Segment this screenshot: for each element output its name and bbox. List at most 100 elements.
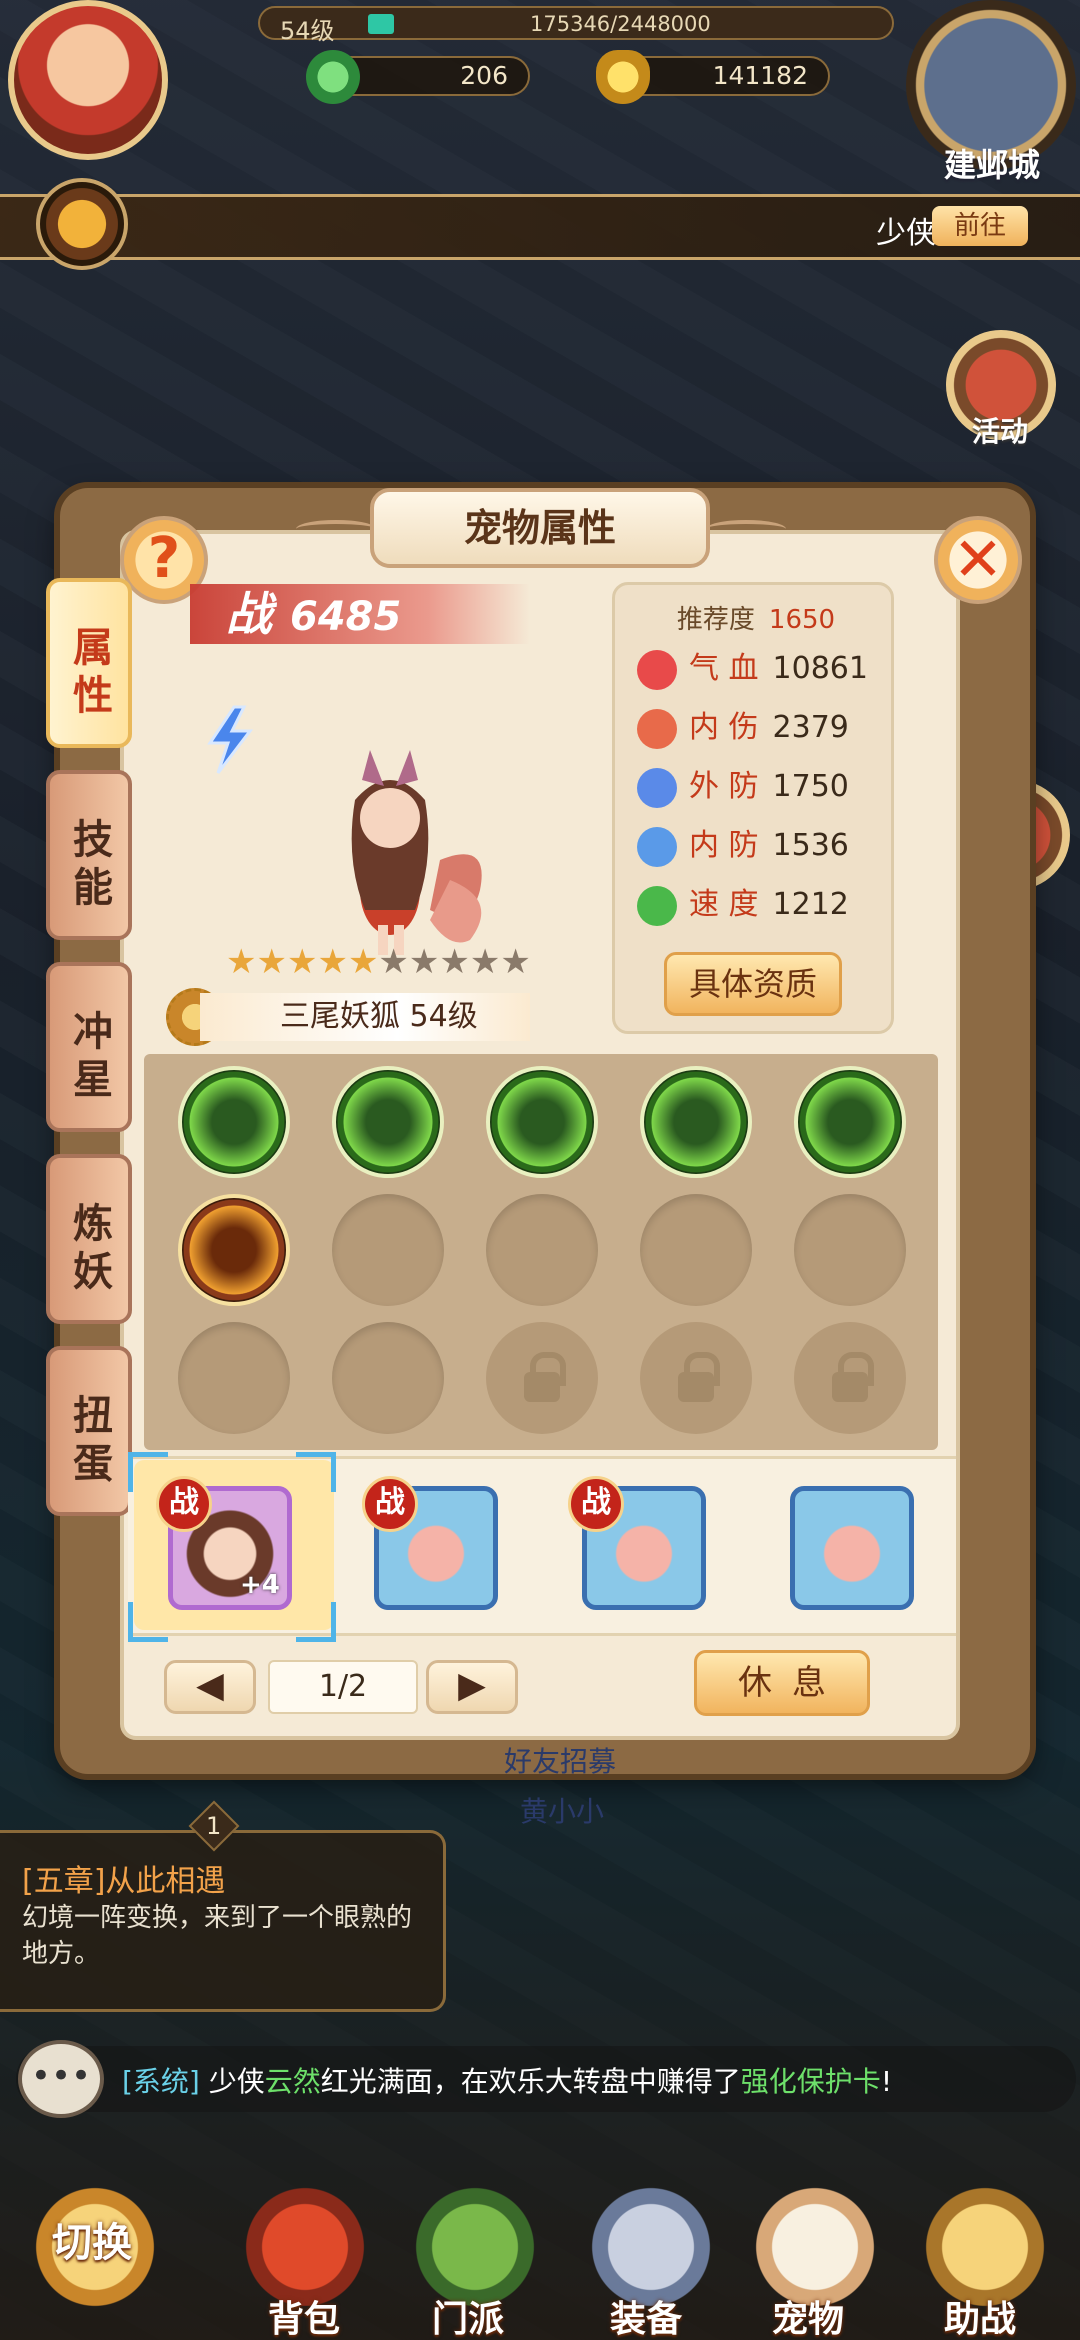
slash-skill-icon[interactable] [640, 1066, 752, 1178]
tab-gacha[interactable]: 扭蛋 [46, 1346, 132, 1516]
city-label: 建邺城 [944, 146, 1041, 184]
empty-skill-slot[interactable] [640, 1194, 752, 1306]
friend-recruit-label: 好友招募 [504, 1745, 617, 1778]
battle-badge: 战 [568, 1476, 624, 1532]
lightning-icon [200, 705, 260, 775]
exp-bar: 54级 175346/2448000 [258, 6, 894, 45]
stat-value: 10861 [772, 651, 868, 686]
sword-icon [637, 708, 677, 749]
tab-refine[interactable]: 炼妖 [46, 1154, 132, 1324]
exp-fill [368, 14, 394, 34]
chat-text-part: 红光满面，在欢乐大转盘中赚得了 [320, 2065, 741, 2098]
tab-star-up[interactable]: 冲星 [46, 962, 132, 1132]
phoenix-skill-icon[interactable] [178, 1194, 290, 1306]
pet-name-level: 三尾妖狐 54级 [200, 993, 530, 1041]
detail-aptitude-button[interactable]: 具体资质 [664, 952, 842, 1016]
nav-pet-label: 宠物 [772, 2299, 845, 2340]
gold-amount: 141182 [712, 61, 808, 90]
wind-skill-icon[interactable] [794, 1066, 906, 1178]
nav-equipment-label: 装备 [610, 2299, 683, 2340]
npc-name-label: 黄小小 [520, 1795, 605, 1828]
star-icon-empty: ★ [408, 942, 440, 982]
close-button[interactable]: ✕ [934, 516, 1022, 604]
stat-value: 1536 [772, 828, 849, 863]
stat-label: 内 伤 [689, 710, 759, 745]
empty-skill-slot[interactable] [178, 1322, 290, 1434]
tab-attributes[interactable]: 属性 [46, 578, 132, 748]
shield-skill-icon[interactable] [178, 1066, 290, 1178]
jade-icon [306, 50, 360, 104]
selection-corner [128, 1602, 168, 1642]
nav-bag-label: 背包 [268, 2299, 341, 2340]
chat-bubble-icon[interactable]: ••• [18, 2040, 104, 2118]
dash-skill-icon[interactable] [332, 1066, 444, 1178]
pet-slot-4[interactable] [790, 1486, 914, 1610]
recommend-label: 推荐度 [676, 605, 755, 635]
empty-skill-slot[interactable] [486, 1194, 598, 1306]
locked-skill-slot[interactable] [794, 1322, 906, 1434]
page-indicator: 1/2 [268, 1660, 418, 1714]
jade-currency[interactable]: 206 [306, 50, 530, 104]
tab-skills[interactable]: 技能 [46, 770, 132, 940]
stat-label: 气 血 [689, 651, 759, 686]
chat-text-part: ! [880, 2065, 893, 2098]
stat-label: 外 防 [689, 769, 759, 804]
title-deco-right [706, 520, 786, 538]
locked-skill-slot[interactable] [486, 1322, 598, 1434]
star-icon: ★ [286, 942, 318, 982]
rest-button[interactable]: 休息 [694, 1650, 870, 1716]
chat-channel: [系统] [122, 2065, 200, 2098]
exp-value: 175346/2448000 [530, 12, 711, 36]
recommend-row: 推荐度 1650 [615, 599, 897, 636]
horn-icon[interactable] [36, 178, 128, 270]
selection-corner [296, 1452, 336, 1492]
notice-player-name: 少侠 [876, 216, 936, 251]
pet-star-plus: +4 [240, 1570, 280, 1600]
star-icon: ★ [226, 942, 257, 982]
star-icon-empty: ★ [439, 942, 470, 982]
stat-row-hp: 气 血 10861 [637, 647, 868, 691]
chat-message: [系统] 少侠云然红光满面，在欢乐大转盘中赚得了强化保护卡! [122, 2060, 892, 2100]
heart-icon [637, 649, 677, 690]
panel-title: 宠物属性 [370, 488, 710, 568]
stat-value: 2379 [772, 710, 849, 745]
locked-skill-slot[interactable] [640, 1322, 752, 1434]
stat-label: 速 度 [689, 887, 759, 922]
shield-icon [637, 767, 677, 808]
quest-description: 幻境一阵变换，来到了一个眼熟的地方。 [22, 1903, 413, 1969]
stat-row-internal-damage: 内 伤 2379 [637, 706, 849, 750]
stat-value: 1212 [772, 887, 849, 922]
stat-value: 1750 [772, 769, 849, 804]
star-icon-empty: ★ [378, 942, 409, 982]
prev-page-button[interactable]: ◀ [164, 1660, 256, 1714]
power-strip: 战 6485 [190, 584, 530, 644]
quest-number: 1 [206, 1812, 222, 1840]
next-page-button[interactable]: ▶ [426, 1660, 518, 1714]
gold-currency[interactable]: 141182 [596, 50, 830, 104]
star-icon: ★ [317, 942, 348, 982]
vortex-skill-icon[interactable] [486, 1066, 598, 1178]
battle-badge: 战 [156, 1476, 212, 1532]
nav-sect-label: 门派 [432, 2299, 505, 2340]
jade-amount: 206 [460, 61, 508, 90]
boot-icon [637, 885, 677, 926]
recommend-value: 1650 [768, 605, 836, 635]
quest-title: [五章]从此相遇 [22, 1864, 226, 1899]
power-label: 战 [226, 587, 272, 641]
empty-skill-slot[interactable] [332, 1322, 444, 1434]
goto-button[interactable]: 前往 [932, 206, 1028, 246]
nav-switch-label: 切换 [52, 2220, 132, 2266]
empty-skill-slot[interactable] [794, 1194, 906, 1306]
chat-player-name: 云然 [264, 2065, 321, 2098]
stat-label: 内 防 [689, 828, 759, 863]
selection-corner [296, 1602, 336, 1642]
chat-text-part: 少侠 [199, 2065, 265, 2098]
player-avatar[interactable] [8, 0, 168, 160]
title-deco-left [296, 520, 376, 538]
swirl-icon [637, 826, 677, 867]
star-rating: ★★★★★★★★★★ [226, 942, 531, 982]
pet-sprite [300, 740, 500, 960]
stat-row-speed: 速 度 1212 [637, 883, 849, 927]
gold-ingot-icon [596, 50, 650, 104]
empty-skill-slot[interactable] [332, 1194, 444, 1306]
